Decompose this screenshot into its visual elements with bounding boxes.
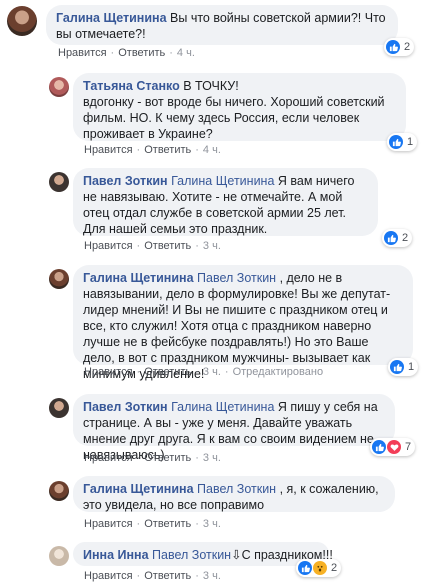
timestamp[interactable]: 3 ч. <box>203 366 221 378</box>
like-icon <box>298 561 312 575</box>
avatar[interactable] <box>49 172 69 192</box>
comment-bubble: Павел Зоткин Галина Щетинина Я вам ничег… <box>73 168 378 236</box>
comment-author[interactable]: Галина Щетинина <box>56 11 167 25</box>
timestamp[interactable]: 3 ч. <box>203 570 221 582</box>
comment-author[interactable]: Инна Инна <box>83 548 149 562</box>
reactions-count: 7 <box>405 441 412 453</box>
like-icon <box>372 440 386 454</box>
timestamp[interactable]: 3 ч. <box>203 240 221 252</box>
avatar[interactable] <box>49 269 69 289</box>
comment-6: Галина Щетинина Павел Зоткин , я, к сожа… <box>0 474 438 544</box>
reactions-count: 2 <box>404 41 411 53</box>
love-icon <box>387 440 401 454</box>
timestamp[interactable]: 3 ч. <box>203 452 221 464</box>
reactions-count: 1 <box>407 136 414 148</box>
avatar[interactable] <box>49 546 69 566</box>
like-icon <box>384 231 398 245</box>
reactions-count: 2 <box>331 562 338 574</box>
comment-author[interactable]: Павел Зоткин <box>83 400 168 414</box>
reactions-count: 1 <box>408 361 415 373</box>
comment-author[interactable]: Павел Зоткин <box>83 174 168 188</box>
like-icon <box>390 360 404 374</box>
reactions-count: 2 <box>402 232 409 244</box>
comment-author[interactable]: Татьяна Станко <box>83 79 180 93</box>
like-button[interactable]: Нравится <box>84 518 133 530</box>
comment-actions: Нравится · Ответить · 3 ч. <box>84 570 221 582</box>
comment-mention[interactable]: Павел Зоткин <box>197 271 276 285</box>
like-button[interactable]: Нравится <box>84 570 133 582</box>
timestamp[interactable]: 4 ч. <box>177 47 195 59</box>
like-icon <box>389 135 403 149</box>
comment-bubble: Павел Зоткин Галина Щетинина Я пишу у се… <box>73 394 395 462</box>
comment-author[interactable]: Галина Щетинина <box>83 271 194 285</box>
comment-actions: Нравится · Ответить · 4 ч. <box>58 47 195 59</box>
reply-button[interactable]: Ответить <box>144 518 191 530</box>
avatar[interactable] <box>49 77 69 97</box>
comment-bubble: Галина Щетинина Павел Зоткин , я, к сожа… <box>73 476 395 512</box>
comment-actions: Нравится · Ответить · 3 ч. <box>84 518 221 530</box>
comment-5: Павел Зоткин Галина Щетинина Я пишу у се… <box>0 391 438 471</box>
reply-button[interactable]: Ответить <box>118 47 165 59</box>
reply-button[interactable]: Ответить <box>144 570 191 582</box>
comment-actions: Нравится · Ответить · 4 ч. <box>84 144 221 156</box>
like-button[interactable]: Нравится <box>58 47 107 59</box>
like-button[interactable]: Нравится <box>84 144 133 156</box>
reply-button[interactable]: Ответить <box>144 144 191 156</box>
reactions-badge[interactable]: 2 <box>382 229 413 247</box>
timestamp[interactable]: 4 ч. <box>203 144 221 156</box>
like-button[interactable]: Нравится <box>84 366 133 378</box>
comment-mention[interactable]: Галина Щетинина <box>171 174 274 188</box>
reactions-badge[interactable]: 2 <box>296 559 342 577</box>
wow-icon <box>313 561 327 575</box>
comment-actions: Нравится · Ответить · 3 ч. <box>84 452 221 464</box>
comment-actions: Нравится · Ответить · 3 ч. <box>84 240 221 252</box>
reactions-badge[interactable]: 1 <box>387 133 418 151</box>
comment-actions: Нравится · Ответить · 3 ч. · Отредактировано <box>84 366 324 378</box>
like-button[interactable]: Нравится <box>84 452 133 464</box>
reply-button[interactable]: Ответить <box>144 240 191 252</box>
reactions-badge[interactable]: 2 <box>384 38 415 56</box>
comment-text-lead: В ТОЧКУ! <box>183 79 239 93</box>
comment-author[interactable]: Галина Щетинина <box>83 482 194 496</box>
comment-bubble: Галина Щетинина Павел Зоткин , дело не в… <box>73 265 413 381</box>
comment-bubble: Галина Щетинина Вы что войны советской а… <box>46 5 398 45</box>
comment-text: , дело не в навязывании, дело в формулир… <box>83 271 391 381</box>
comment-bubble: Татьяна Станко В ТОЧКУ! вдогонку - вот в… <box>73 73 406 141</box>
edited-label[interactable]: Отредактировано <box>233 366 324 378</box>
comment-mention[interactable]: Галина Щетинина <box>171 400 274 414</box>
like-icon <box>386 40 400 54</box>
comment-3: Павел Зоткин Галина Щетинина Я вам ничег… <box>0 165 438 257</box>
reply-button[interactable]: Ответить <box>144 452 191 464</box>
comment-mention[interactable]: Павел Зоткин <box>197 482 276 496</box>
comment-4: Галина Щетинина Павел Зоткин , дело не в… <box>0 262 438 386</box>
comment-text: вдогонку - вот вроде бы ничего. Хороший … <box>83 95 385 141</box>
avatar[interactable] <box>7 6 37 36</box>
avatar[interactable] <box>49 481 69 501</box>
comment-7: Инна Инна Павел Зоткин⇩С праздником!!! 2… <box>0 541 438 584</box>
reactions-badge[interactable]: 1 <box>388 358 419 376</box>
comment-bubble: Инна Инна Павел Зоткин⇩С праздником!!! <box>73 542 333 566</box>
reply-button[interactable]: Ответить <box>144 366 191 378</box>
comment-1: Галина Щетинина Вы что войны советской а… <box>0 0 438 64</box>
emoji-icon: ⇩ <box>231 548 242 562</box>
comment-2: Татьяна Станко В ТОЧКУ! вдогонку - вот в… <box>0 70 438 160</box>
timestamp[interactable]: 3 ч. <box>203 518 221 530</box>
comment-mention[interactable]: Павел Зоткин <box>152 548 231 562</box>
avatar[interactable] <box>49 398 69 418</box>
reactions-badge[interactable]: 7 <box>370 438 416 456</box>
like-button[interactable]: Нравится <box>84 240 133 252</box>
